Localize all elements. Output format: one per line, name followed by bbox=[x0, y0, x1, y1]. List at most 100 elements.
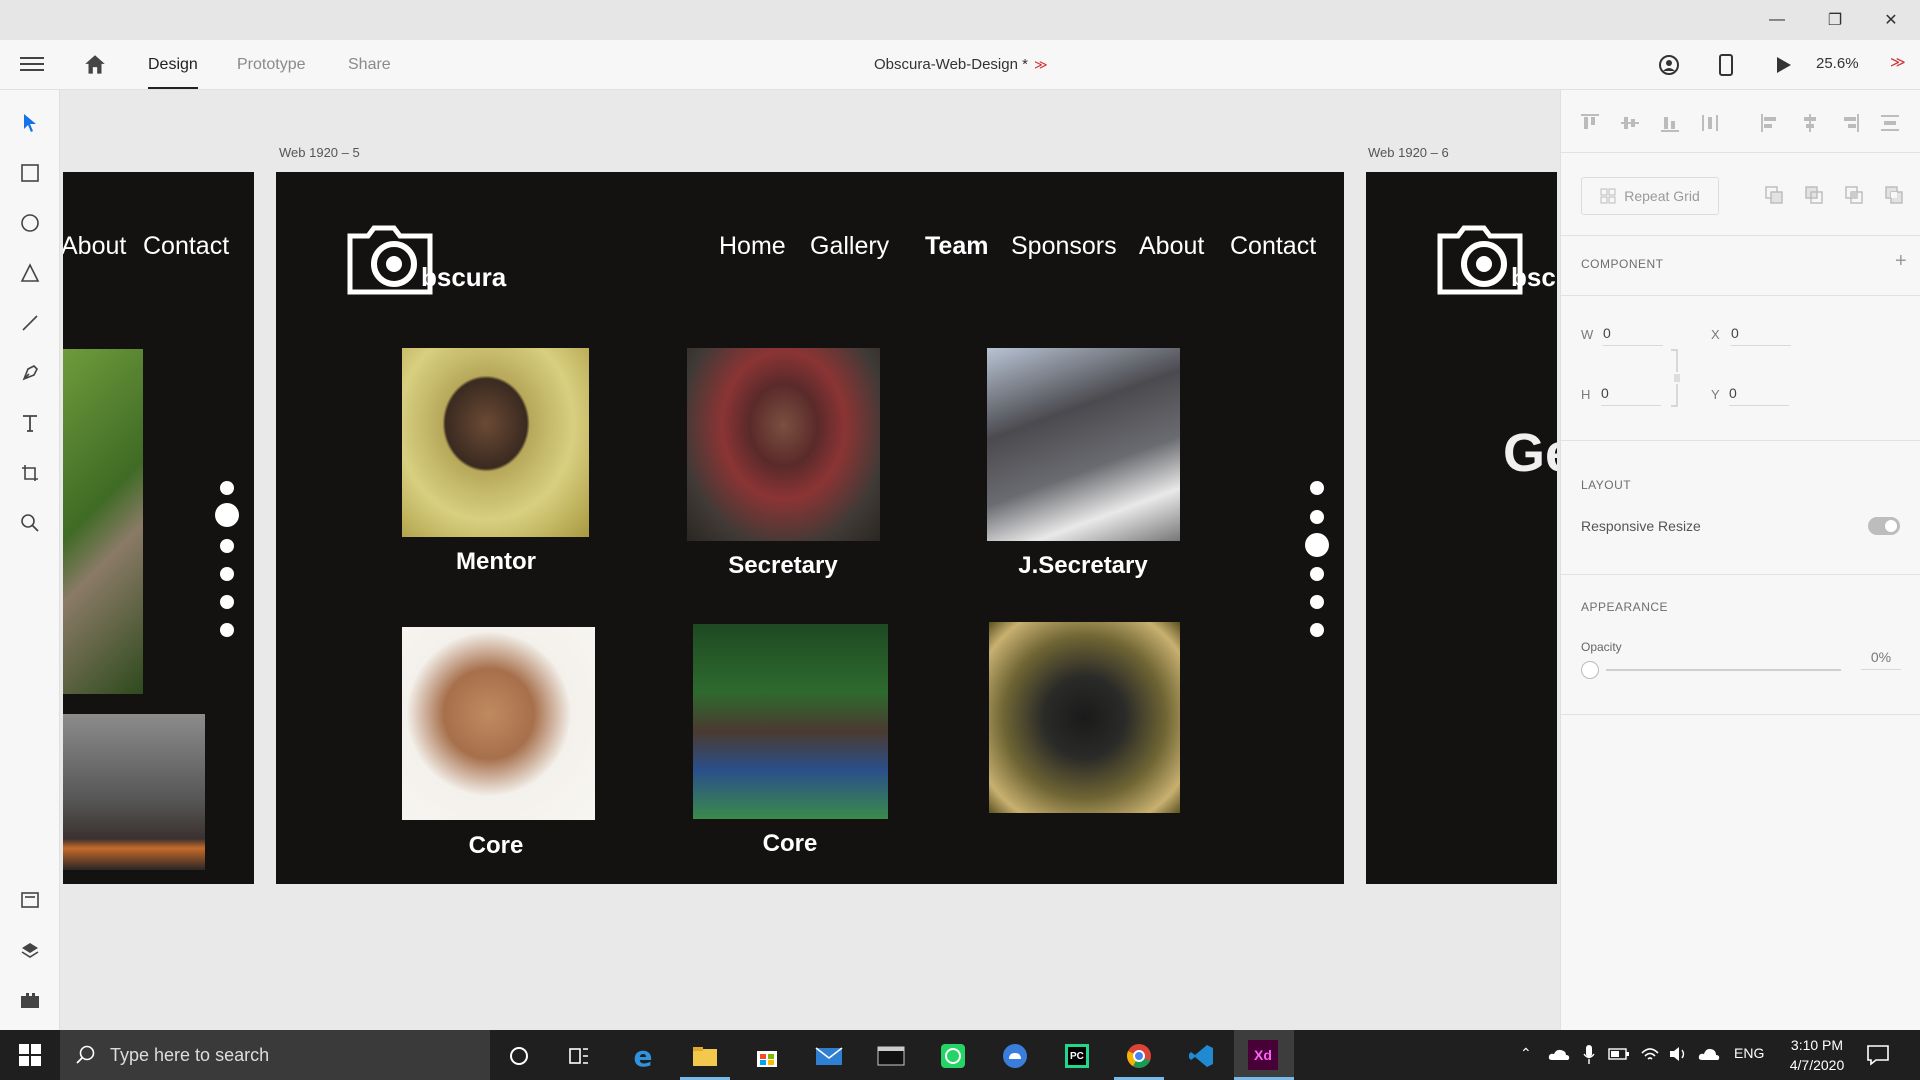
pagination-dot-active[interactable] bbox=[215, 503, 239, 527]
artboard-tool-icon[interactable] bbox=[15, 458, 45, 488]
microsoft-store-icon[interactable] bbox=[750, 1039, 784, 1073]
zoom-tool-icon[interactable] bbox=[15, 508, 45, 538]
text-tool-icon[interactable] bbox=[15, 408, 45, 438]
pagination-dot[interactable] bbox=[1310, 481, 1324, 495]
adobe-xd-active-tile[interactable]: Xd bbox=[1234, 1030, 1294, 1080]
user-share-icon[interactable] bbox=[1656, 52, 1682, 78]
artboard-label-right[interactable]: Web 1920 – 6 bbox=[1368, 145, 1449, 160]
pagination-dot[interactable] bbox=[220, 567, 234, 581]
chevron-down-icon[interactable]: ≫ bbox=[1034, 57, 1048, 72]
opacity-field[interactable]: 0% bbox=[1861, 649, 1901, 670]
task-view-icon[interactable] bbox=[562, 1039, 596, 1073]
minimize-icon[interactable]: — bbox=[1748, 0, 1806, 40]
pagination-dot[interactable] bbox=[1310, 595, 1324, 609]
ellipse-tool-icon[interactable] bbox=[15, 208, 45, 238]
responsive-resize-toggle[interactable] bbox=[1868, 517, 1900, 535]
volume-icon[interactable] bbox=[1668, 1045, 1688, 1063]
pagination-dot[interactable] bbox=[220, 539, 234, 553]
repeat-grid-label: Repeat Grid bbox=[1624, 188, 1700, 204]
y-field[interactable]: 0 bbox=[1729, 385, 1789, 406]
edge-browser-icon[interactable]: e bbox=[626, 1039, 660, 1073]
align-middle-icon[interactable] bbox=[1619, 112, 1641, 134]
member-caption: Secretary bbox=[728, 552, 838, 579]
assets-panel-icon[interactable] bbox=[15, 885, 45, 915]
distribute-horizontal-icon[interactable] bbox=[1879, 112, 1901, 134]
artboard-right-partial[interactable]: bscu Ge bbox=[1366, 172, 1557, 884]
show-hidden-icons-icon[interactable]: ⌃ bbox=[1520, 1045, 1532, 1062]
language-indicator[interactable]: ENG bbox=[1734, 1045, 1764, 1061]
system-clock[interactable]: 3:10 PM 4/7/2020 bbox=[1782, 1035, 1852, 1075]
cortana-icon[interactable] bbox=[502, 1039, 536, 1073]
mail-icon[interactable] bbox=[812, 1039, 846, 1073]
cloud-upload-app-icon[interactable] bbox=[998, 1039, 1032, 1073]
boolean-add-icon[interactable] bbox=[1764, 185, 1784, 205]
notifications-icon[interactable] bbox=[1866, 1044, 1890, 1066]
member-caption: Core bbox=[762, 830, 818, 857]
pen-tool-icon[interactable] bbox=[15, 358, 45, 388]
polygon-tool-icon[interactable] bbox=[15, 258, 45, 288]
onedrive-icon[interactable] bbox=[1548, 1046, 1570, 1062]
pagination-dot[interactable] bbox=[1310, 510, 1324, 524]
artboard-left-partial[interactable]: About Contact bbox=[63, 172, 254, 884]
hamburger-menu-icon[interactable] bbox=[20, 54, 44, 76]
responsive-resize-label: Responsive Resize bbox=[1581, 518, 1701, 534]
taskbar-search[interactable]: Type here to search bbox=[60, 1030, 490, 1080]
select-tool-icon[interactable] bbox=[15, 108, 45, 138]
opacity-slider-handle[interactable] bbox=[1581, 661, 1599, 679]
lock-aspect-icon[interactable] bbox=[1669, 348, 1681, 408]
pagination-dot[interactable] bbox=[220, 595, 234, 609]
wifi-icon[interactable] bbox=[1640, 1045, 1660, 1063]
zoom-dropdown-icon[interactable]: ≫ bbox=[1890, 53, 1906, 71]
whatsapp-icon[interactable] bbox=[936, 1039, 970, 1073]
pagination-dot[interactable] bbox=[1310, 623, 1324, 637]
cloud-sync-icon[interactable] bbox=[1698, 1045, 1720, 1063]
tab-prototype[interactable]: Prototype bbox=[237, 56, 305, 74]
design-canvas[interactable]: About Contact Web 1920 – 5 bscura Home G… bbox=[61, 90, 1560, 1030]
boolean-subtract-icon[interactable] bbox=[1804, 185, 1824, 205]
align-center-icon[interactable] bbox=[1799, 112, 1821, 134]
align-bottom-icon[interactable] bbox=[1659, 112, 1681, 134]
boolean-exclude-icon[interactable] bbox=[1884, 185, 1904, 205]
height-field[interactable]: 0 bbox=[1601, 385, 1661, 406]
pycharm-icon[interactable]: PC bbox=[1060, 1039, 1094, 1073]
align-right-icon[interactable] bbox=[1839, 112, 1861, 134]
pagination-dot[interactable] bbox=[220, 623, 234, 637]
play-preview-icon[interactable] bbox=[1770, 52, 1796, 78]
vscode-icon[interactable] bbox=[1184, 1039, 1218, 1073]
repeat-grid-button[interactable]: Repeat Grid bbox=[1581, 177, 1719, 215]
chrome-icon[interactable] bbox=[1122, 1039, 1156, 1073]
add-component-icon[interactable]: + bbox=[1895, 250, 1907, 273]
align-top-icon[interactable] bbox=[1579, 112, 1601, 134]
boolean-intersect-icon[interactable] bbox=[1844, 185, 1864, 205]
x-field[interactable]: 0 bbox=[1731, 325, 1791, 346]
pagination-dot[interactable] bbox=[220, 481, 234, 495]
zoom-level[interactable]: 25.6% bbox=[1816, 55, 1859, 72]
home-icon[interactable] bbox=[82, 52, 108, 78]
pagination-dot-active[interactable] bbox=[1305, 533, 1329, 557]
align-left-icon[interactable] bbox=[1759, 112, 1781, 134]
tab-share[interactable]: Share bbox=[348, 56, 391, 74]
document-title[interactable]: Obscura-Web-Design * ≫ bbox=[874, 56, 1048, 73]
opacity-slider-track[interactable] bbox=[1606, 669, 1841, 671]
restore-icon[interactable]: ❐ bbox=[1806, 0, 1864, 40]
artboard-team[interactable]: bscura Home Gallery Team Sponsors About … bbox=[276, 172, 1344, 884]
width-field[interactable]: 0 bbox=[1603, 325, 1663, 346]
distribute-vertical-icon[interactable] bbox=[1699, 112, 1721, 134]
file-explorer-icon[interactable] bbox=[688, 1039, 722, 1073]
tab-design[interactable]: Design bbox=[148, 56, 198, 89]
line-tool-icon[interactable] bbox=[15, 308, 45, 338]
battery-icon[interactable] bbox=[1608, 1047, 1630, 1061]
device-preview-icon[interactable] bbox=[1713, 52, 1739, 78]
microphone-icon[interactable] bbox=[1582, 1044, 1596, 1066]
terminal-icon[interactable] bbox=[874, 1039, 908, 1073]
member-caption: J.Secretary bbox=[1018, 552, 1148, 579]
artboard-label-main[interactable]: Web 1920 – 5 bbox=[279, 145, 360, 160]
close-icon[interactable]: ✕ bbox=[1862, 0, 1920, 40]
rectangle-tool-icon[interactable] bbox=[15, 158, 45, 188]
plugins-panel-icon[interactable] bbox=[15, 985, 45, 1015]
windows-start-icon[interactable] bbox=[0, 1030, 60, 1080]
layers-panel-icon[interactable] bbox=[15, 935, 45, 965]
pagination-dot[interactable] bbox=[1310, 567, 1324, 581]
tool-rail bbox=[0, 90, 60, 1030]
member-6-photo bbox=[989, 622, 1180, 813]
